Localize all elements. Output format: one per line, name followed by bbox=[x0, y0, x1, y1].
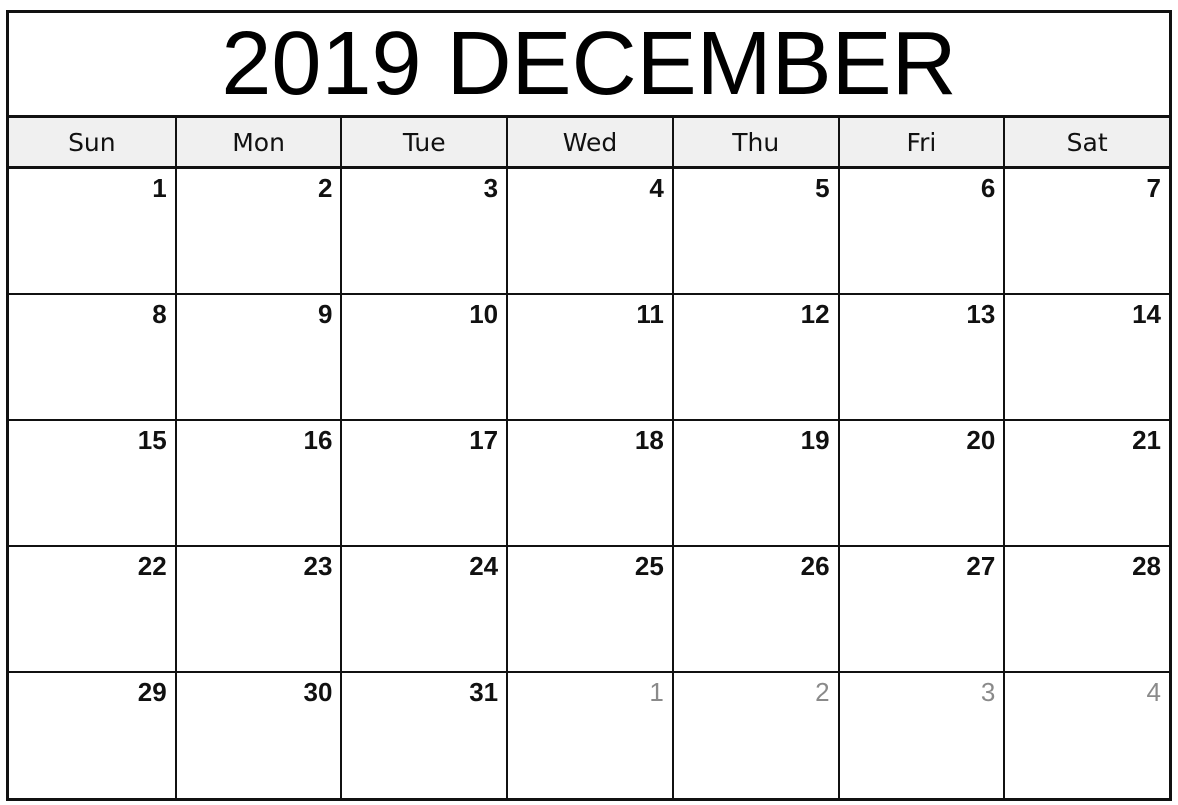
day-number: 26 bbox=[800, 551, 830, 581]
day-cell[interactable]: 18 bbox=[506, 421, 672, 547]
day-number: 19 bbox=[800, 425, 830, 455]
day-cell[interactable]: 14 bbox=[1003, 295, 1169, 421]
day-number: 24 bbox=[469, 551, 499, 581]
day-cell[interactable]: 17 bbox=[340, 421, 507, 547]
day-number: 23 bbox=[303, 551, 333, 581]
day-cell[interactable]: 21 bbox=[1003, 421, 1169, 547]
day-cell[interactable]: 4 bbox=[1003, 673, 1169, 799]
day-number: 16 bbox=[303, 425, 333, 455]
day-number: 27 bbox=[966, 551, 996, 581]
day-cell[interactable]: 8 bbox=[9, 295, 175, 421]
day-cell[interactable]: 6 bbox=[837, 169, 1004, 295]
day-cell[interactable]: 20 bbox=[837, 421, 1004, 547]
day-number: 30 bbox=[303, 677, 333, 707]
day-cell[interactable]: 3 bbox=[837, 673, 1004, 799]
day-number: 3 bbox=[483, 173, 499, 203]
day-cell[interactable]: 19 bbox=[671, 421, 838, 547]
day-cell[interactable]: 28 bbox=[1003, 547, 1169, 673]
day-number: 20 bbox=[966, 425, 996, 455]
day-cell[interactable]: 9 bbox=[174, 295, 341, 421]
day-cell[interactable]: 5 bbox=[671, 169, 838, 295]
day-cell[interactable]: 30 bbox=[174, 673, 341, 799]
day-number: 2 bbox=[317, 173, 333, 203]
day-cell[interactable]: 3 bbox=[340, 169, 507, 295]
day-cell[interactable]: 15 bbox=[9, 421, 175, 547]
other-month-day-number: 4 bbox=[1146, 677, 1161, 707]
day-number: 12 bbox=[800, 299, 830, 329]
day-number: 31 bbox=[469, 677, 499, 707]
weekday-fri: Fri bbox=[837, 118, 1004, 166]
day-cell[interactable]: 25 bbox=[506, 547, 672, 673]
day-number: 21 bbox=[1132, 425, 1161, 455]
day-number: 15 bbox=[137, 425, 167, 455]
other-month-day-number: 2 bbox=[815, 677, 830, 707]
day-number: 29 bbox=[137, 677, 167, 707]
day-number: 11 bbox=[636, 299, 664, 329]
day-cell[interactable]: 31 bbox=[340, 673, 506, 799]
day-number: 10 bbox=[469, 299, 499, 329]
day-cell[interactable]: 29 bbox=[9, 673, 175, 799]
weekday-sun: Sun bbox=[68, 127, 116, 157]
calendar-title: 2019 DECEMBER bbox=[9, 13, 1169, 118]
day-number: 13 bbox=[966, 299, 996, 329]
day-number: 9 bbox=[317, 299, 333, 329]
other-month-day-number: 1 bbox=[649, 677, 664, 707]
day-number: 17 bbox=[469, 425, 499, 455]
weekday-wed: Wed bbox=[506, 118, 672, 166]
weekday-tue: Tue bbox=[340, 118, 506, 166]
day-number: 25 bbox=[634, 551, 664, 581]
weekday-thu: Thu bbox=[671, 118, 838, 166]
day-cell[interactable]: 27 bbox=[837, 547, 1004, 673]
day-cell[interactable]: 4 bbox=[506, 169, 672, 295]
day-cell[interactable]: 1 bbox=[506, 673, 672, 799]
day-cell[interactable]: 2 bbox=[174, 169, 341, 295]
day-number: 4 bbox=[649, 173, 664, 203]
day-cell[interactable]: 16 bbox=[174, 421, 341, 547]
day-number: 6 bbox=[980, 173, 996, 203]
day-cell[interactable]: 11 bbox=[506, 295, 672, 421]
day-grid: 1 2 3 4 5 6 7 8 9 10 11 12 13 14 15 16 17 18 19 20 21 22 23 24 2… bbox=[9, 169, 1169, 799]
weekday-mon: Mon bbox=[174, 118, 341, 166]
day-number: 8 bbox=[152, 299, 167, 329]
day-cell[interactable]: 22 bbox=[9, 547, 175, 673]
day-cell[interactable]: 10 bbox=[340, 295, 507, 421]
day-cell[interactable]: 1 bbox=[9, 169, 175, 295]
day-number: 5 bbox=[815, 173, 830, 203]
weekday-sat: Sat bbox=[1003, 118, 1169, 166]
calendar: 2019 DECEMBER Sun Mon Tue Wed Thu Fri Sa… bbox=[6, 10, 1172, 801]
day-number: 22 bbox=[137, 551, 167, 581]
day-cell[interactable]: 26 bbox=[671, 547, 838, 673]
day-cell[interactable]: 24 bbox=[340, 547, 507, 673]
day-cell[interactable]: 2 bbox=[671, 673, 838, 799]
day-number: 1 bbox=[152, 173, 167, 203]
day-cell[interactable]: 23 bbox=[174, 547, 341, 673]
day-number: 7 bbox=[1146, 173, 1161, 203]
day-number: 28 bbox=[1132, 551, 1161, 581]
other-month-day-number: 3 bbox=[980, 677, 996, 707]
day-cell[interactable]: 12 bbox=[671, 295, 838, 421]
day-cell[interactable]: 7 bbox=[1003, 169, 1169, 295]
weekday-header: Sun Mon Tue Wed Thu Fri Sat bbox=[9, 118, 1169, 169]
day-number: 14 bbox=[1132, 299, 1161, 329]
day-cell[interactable]: 13 bbox=[837, 295, 1004, 421]
day-number: 18 bbox=[634, 425, 664, 455]
